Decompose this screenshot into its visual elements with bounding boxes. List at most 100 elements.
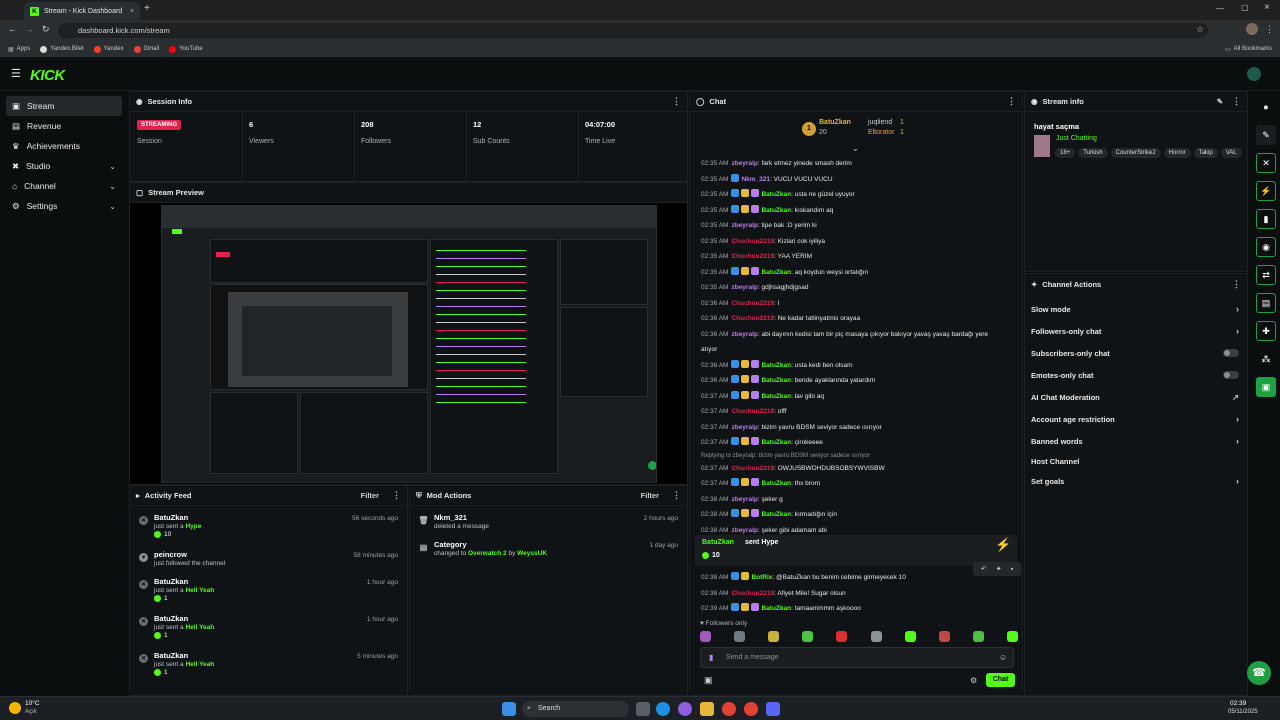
chat-username[interactable]: Chuchuu2219 bbox=[731, 300, 774, 307]
chrome-icon[interactable] bbox=[722, 702, 736, 716]
emote-icon[interactable] bbox=[836, 631, 848, 642]
chat-message[interactable]: 02:36 AM Chuchuu2219: Ne kadar tatlinyatm… bbox=[690, 311, 1022, 327]
chat-message[interactable]: 02:35 AM BatuZkan: usta ne güzel uyuyor bbox=[690, 187, 1022, 203]
discord-icon[interactable] bbox=[766, 702, 780, 716]
document-icon[interactable]: ▮ bbox=[1256, 209, 1276, 229]
new-tab-icon[interactable]: + bbox=[144, 3, 150, 14]
pencil-icon[interactable]: ✎ bbox=[1256, 125, 1276, 145]
nodes-icon[interactable]: ⁂ bbox=[1256, 349, 1276, 369]
chat-message[interactable]: 02:38 AM zbeyralp: şeker g bbox=[690, 492, 1022, 508]
chat-username[interactable]: zbeyralp bbox=[731, 527, 757, 534]
image-icon[interactable]: ▣ bbox=[1256, 377, 1276, 397]
chat-username[interactable]: BatuZkan bbox=[761, 362, 791, 369]
emote-icon[interactable] bbox=[938, 631, 950, 642]
chat-username[interactable]: Chuchuu2219 bbox=[731, 253, 774, 260]
bookmark-yandex-bilet[interactable]: Yandex.Bilet bbox=[40, 45, 84, 53]
action-ai-moderation[interactable]: AI Chat Moderation ↗ bbox=[1025, 386, 1247, 408]
bookmark-youtube[interactable]: YouTube bbox=[169, 45, 203, 53]
windows-start-icon[interactable] bbox=[502, 702, 516, 716]
file-explorer-icon[interactable] bbox=[700, 702, 714, 716]
chat-username[interactable]: Chuchuu2219 bbox=[731, 238, 774, 245]
chat-message[interactable]: 02:38 AM Chuchuu2219: Afiyet Mile! Sugar … bbox=[690, 586, 1022, 602]
sidebar-item-settings[interactable]: ⚙ Settings ⌄ bbox=[6, 196, 122, 216]
action-account-age[interactable]: Account age restriction › bbox=[1025, 408, 1247, 430]
url-field[interactable]: dashboard.kick.com/stream bbox=[58, 23, 1208, 38]
help-support-icon[interactable]: ☎ bbox=[1247, 661, 1271, 685]
gift-box-icon[interactable]: ▣ bbox=[704, 675, 713, 686]
chat-username[interactable]: BatuZkan bbox=[761, 207, 791, 214]
kebab-menu-icon[interactable]: ⋮ bbox=[392, 490, 401, 501]
chat-username[interactable]: zbeyralp bbox=[731, 331, 757, 338]
chat-message[interactable]: 02:38 AM BatuZkan: kırmadığın için bbox=[690, 507, 1022, 523]
emotes-only-toggle[interactable] bbox=[1223, 371, 1239, 379]
reload-icon[interactable]: ↻ bbox=[42, 24, 50, 35]
tab-close-icon[interactable]: × bbox=[130, 8, 134, 15]
activity-filter-button[interactable]: Filter bbox=[361, 491, 379, 500]
collapse-chevron-icon[interactable]: ⌄ bbox=[852, 144, 859, 153]
chat-message[interactable]: 02:38 AM BotRix: @BatuZkan bu benim cebim… bbox=[690, 570, 1022, 586]
action-host-channel[interactable]: Host Channel bbox=[1025, 452, 1247, 470]
action-followers-only[interactable]: Followers-only chat › bbox=[1025, 320, 1247, 342]
chat-message[interactable]: 02:36 AM zbeyralp: abi dayının kedisi tam… bbox=[690, 327, 1022, 343]
chat-username[interactable]: zbeyralp bbox=[731, 222, 757, 229]
chat-username[interactable]: Chuchuu2219 bbox=[731, 408, 774, 415]
category-link[interactable]: Just Chatting bbox=[1056, 135, 1097, 142]
window-close-icon[interactable]: × bbox=[1264, 2, 1270, 13]
dot-icon[interactable]: ● bbox=[1256, 97, 1276, 117]
stream-preview-video[interactable] bbox=[161, 205, 657, 483]
wrench-icon[interactable]: ✚ bbox=[1256, 321, 1276, 341]
chat-input[interactable]: ▮ Send a message ☺ bbox=[700, 647, 1014, 668]
chat-username[interactable]: BatuZkan bbox=[761, 480, 791, 487]
chat-username[interactable]: Chuchuu2219 bbox=[731, 590, 774, 597]
emote-icon[interactable] bbox=[802, 631, 814, 642]
browser-tab[interactable]: K Stream - Kick Dashboard × bbox=[24, 2, 140, 20]
chat-message[interactable]: 02:37 AM Chuchuu2219: OWJUSBWOHDUBSOBSYWV… bbox=[690, 461, 1022, 477]
chat-message[interactable]: 02:36 AM BatuZkan: usta kedi ben olsam bbox=[690, 358, 1022, 374]
emote-icon[interactable] bbox=[870, 631, 882, 642]
maximize-icon[interactable]: ▢ bbox=[1241, 3, 1249, 12]
action-set-goals[interactable]: Set goals › bbox=[1025, 470, 1247, 492]
chat-username[interactable]: BatuZkan bbox=[761, 377, 791, 384]
chat-message[interactable]: atıyor bbox=[690, 342, 1022, 358]
chat-message[interactable]: 02:36 AM Chuchuu2219: l bbox=[690, 296, 1022, 312]
chat-username[interactable]: zbeyralp bbox=[731, 496, 757, 503]
close-x-icon[interactable]: ✕ bbox=[1256, 153, 1276, 173]
kebab-menu-icon[interactable]: ⋮ bbox=[672, 490, 681, 501]
chat-username[interactable]: BotRix bbox=[751, 574, 772, 581]
minimize-icon[interactable]: — bbox=[1216, 4, 1224, 13]
chat-message[interactable]: 02:39 AM BatuZkan: tamaammmm aşkoooo bbox=[690, 601, 1022, 617]
action-subscribers-only[interactable]: Subscribers-only chat bbox=[1025, 342, 1247, 364]
chat-message[interactable]: 02:35 AM Chuchuu2219: Kizlari cok iyiliya bbox=[690, 234, 1022, 250]
chat-username[interactable]: Nkm_321 bbox=[741, 176, 770, 183]
all-bookmarks[interactable]: ▭ All Bookmarks bbox=[1225, 46, 1272, 53]
chat-message[interactable]: 02:35 AM zbeyralp: tipe bak :D yerim ki bbox=[690, 218, 1022, 234]
layers-icon[interactable]: ▤ bbox=[1256, 293, 1276, 313]
chat-username[interactable]: BatuZkan bbox=[761, 393, 791, 400]
chat-username[interactable]: BatuZkan bbox=[761, 511, 791, 518]
emote-icon[interactable] bbox=[700, 631, 711, 642]
bolt-icon[interactable]: ⚡ bbox=[1256, 181, 1276, 201]
kick-logo[interactable]: KICK bbox=[30, 67, 65, 84]
kebab-menu-icon[interactable]: ⋮ bbox=[1232, 96, 1241, 107]
chat-message[interactable]: 02:35 AM Nkm_321: VUCU VUCU VUCU bbox=[690, 172, 1022, 188]
task-view-icon[interactable] bbox=[636, 702, 650, 716]
sidebar-item-revenue[interactable]: ▤ Revenue bbox=[6, 116, 122, 136]
chat-username[interactable]: zbeyralp bbox=[731, 424, 757, 431]
emote-icon[interactable] bbox=[768, 631, 780, 642]
chat-message[interactable]: 02:35 AM zbeyralp: fark etmez yinede smas… bbox=[690, 156, 1022, 172]
chat-username[interactable]: Chuchuu2219 bbox=[731, 465, 774, 472]
chat-username[interactable]: BatuZkan bbox=[761, 269, 791, 276]
forward-icon[interactable]: → bbox=[25, 24, 34, 34]
emoji-icon[interactable]: ☺ bbox=[999, 653, 1007, 662]
emote-icon[interactable] bbox=[972, 631, 984, 642]
chat-username[interactable]: BatuZkan bbox=[761, 605, 791, 612]
emote-icon[interactable] bbox=[734, 631, 746, 642]
chat-username[interactable]: zbeyralp bbox=[731, 160, 757, 167]
chat-message[interactable]: 02:37 AM Chuchuu2219: offf bbox=[690, 404, 1022, 420]
chat-settings-gear-icon[interactable]: ⚙ bbox=[970, 676, 977, 685]
back-icon[interactable]: ← bbox=[8, 24, 17, 34]
chat-username[interactable]: zbeyralp bbox=[731, 284, 757, 291]
action-banned-words[interactable]: Banned words › bbox=[1025, 430, 1247, 452]
chat-message[interactable]: 02:37 AM BatuZkan: thx brom bbox=[690, 476, 1022, 492]
kebab-menu-icon[interactable]: ⋮ bbox=[672, 96, 681, 107]
